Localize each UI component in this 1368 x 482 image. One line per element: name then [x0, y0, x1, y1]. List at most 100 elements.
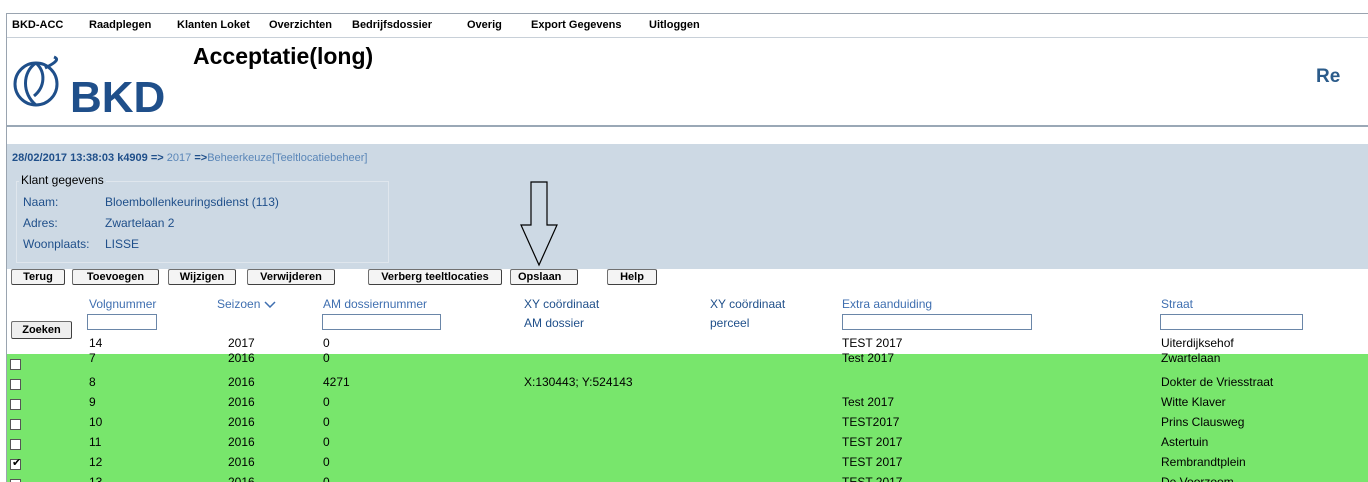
cell-extra-aanduiding: Test 2017: [842, 395, 895, 409]
cell-extra-aanduiding: TEST2017: [842, 415, 900, 429]
menu-overig[interactable]: Overig: [467, 19, 502, 31]
cell-am-dossiernummer: 0: [323, 351, 330, 365]
cell-extra-aanduiding: TEST 2017: [842, 435, 903, 449]
table-row[interactable]: 8 2016 4271 X:130443; Y:524143 Dokter de Vri…: [7, 374, 1368, 394]
delete-button[interactable]: Verwijderen: [247, 269, 335, 285]
cell-extra-aanduiding: Test 2017: [842, 351, 895, 365]
col-xy-perceel-line2: perceel: [710, 316, 750, 330]
breadcrumb: 28/02/2017 13:38:03 k4909 => 2017 =>Behe…: [12, 152, 367, 164]
cell-am-dossiernummer: 0: [323, 336, 330, 350]
cell-extra-aanduiding: TEST 2017: [842, 336, 903, 350]
row-checkbox[interactable]: [10, 359, 21, 370]
cell-am-dossiernummer: 0: [323, 395, 330, 409]
cell-am-dossiernummer: 4271: [323, 375, 350, 389]
menu-bedrijfsdossier[interactable]: Bedrijfsdossier: [352, 19, 432, 31]
cell-straat: Dokter de Vriesstraat: [1161, 375, 1274, 389]
cell-seizoen: 2016: [228, 395, 255, 409]
menu-bkd-acc[interactable]: BKD-ACC: [12, 19, 63, 31]
client-name: Bloembollenkeuringsdienst (113): [105, 195, 279, 209]
cell-am-dossiernummer: 0: [323, 415, 330, 429]
edit-button[interactable]: Wijzigen: [168, 269, 236, 285]
menu-raadplegen[interactable]: Raadplegen: [89, 19, 151, 31]
app-window: BKD-ACC Raadplegen Klanten Loket Overzic…: [6, 13, 1368, 482]
cell-seizoen: 2016: [228, 351, 255, 365]
button-bar: Terug Toevoegen Wijzigen Verwijderen Ver…: [7, 269, 1368, 289]
client-address-label: Adres:: [23, 216, 58, 230]
cell-volgnummer: 9: [89, 395, 96, 409]
back-button[interactable]: Terug: [11, 269, 65, 285]
hide-locations-button[interactable]: Verberg teeltlocaties: [368, 269, 502, 285]
cell-seizoen: 2016: [228, 435, 255, 449]
table-row[interactable]: 11 2016 0 TEST 2017 Astertuin: [7, 434, 1368, 454]
table-row[interactable]: 7 2016 0 Test 2017 Zwartelaan: [7, 351, 1368, 374]
table-row[interactable]: 9 2016 0 Test 2017 Witte Klaver: [7, 394, 1368, 414]
cell-volgnummer: 8: [89, 375, 96, 389]
filter-straat-input[interactable]: [1160, 314, 1303, 330]
row-checkbox[interactable]: [10, 399, 21, 410]
table-row[interactable]: ✔ 12 2016 0 TEST 2017 Rembrandtplein: [7, 454, 1368, 474]
cell-extra-aanduiding: TEST 2017: [842, 455, 903, 469]
row-checkbox[interactable]: ✔: [10, 457, 22, 470]
cell-am-dossiernummer: 0: [323, 455, 330, 469]
cell-xy-am-dossier: X:130443; Y:524143: [524, 375, 633, 389]
breadcrumb-datetime-user: 28/02/2017 13:38:03 k4909: [12, 152, 148, 164]
filter-extra-aanduiding-input[interactable]: [842, 314, 1032, 330]
client-city-label: Woonplaats:: [23, 237, 90, 251]
cell-straat: Uiterdijksehof: [1161, 336, 1234, 350]
checkmark-icon: ✔: [12, 457, 22, 469]
cell-volgnummer: 12: [89, 455, 103, 469]
menu-uitloggen[interactable]: Uitloggen: [649, 19, 700, 31]
cell-seizoen: 2017: [228, 336, 255, 350]
cell-straat: Astertuin: [1161, 435, 1209, 449]
annotation-arrow-icon: [520, 181, 558, 267]
client-name-label: Naam:: [23, 195, 59, 209]
breadcrumb-separator: =>: [194, 152, 208, 164]
add-button[interactable]: Toevoegen: [72, 269, 159, 285]
sort-descending-icon: [264, 301, 276, 309]
client-address: Zwartelaan 2: [105, 216, 175, 230]
page-header: BKD Acceptatie(long) Re: [7, 38, 1368, 127]
cell-seizoen: 2016: [228, 415, 255, 429]
client-legend: Klant gegevens: [19, 173, 106, 187]
cell-volgnummer: 14: [89, 336, 103, 350]
cell-straat: Rembrandtplein: [1161, 455, 1246, 469]
breadcrumb-page[interactable]: Beheerkeuze[Teeltlocatiebeheer]: [207, 152, 367, 164]
filter-am-dossiernummer-input[interactable]: [322, 314, 441, 330]
help-button[interactable]: Help: [607, 269, 657, 285]
header-right-text: Re: [1316, 66, 1341, 87]
col-xy-perceel-line1: XY coördinaat: [710, 297, 786, 311]
cell-volgnummer: 7: [89, 351, 96, 365]
info-panel: 28/02/2017 13:38:03 k4909 => 2017 =>Behe…: [7, 144, 1368, 269]
menu-overzichten[interactable]: Overzichten: [269, 19, 332, 31]
save-button[interactable]: Opslaan: [510, 269, 578, 285]
col-xy-am-dossier-line1: XY coördinaat: [524, 297, 600, 311]
svg-text:BKD: BKD: [70, 73, 165, 120]
col-straat[interactable]: Straat: [1161, 297, 1193, 311]
col-am-dossiernummer[interactable]: AM dossiernummer: [323, 297, 427, 311]
table-row[interactable]: 10 2016 0 TEST2017 Prins Clausweg: [7, 414, 1368, 434]
menu-export-gegevens[interactable]: Export Gegevens: [531, 19, 621, 31]
cell-straat: Zwartelaan: [1161, 351, 1221, 365]
col-extra-aanduiding[interactable]: Extra aanduiding: [842, 297, 932, 311]
page-title: Acceptatie(long): [193, 43, 374, 69]
menubar: BKD-ACC Raadplegen Klanten Loket Overzic…: [7, 14, 1368, 38]
cell-straat: Prins Clausweg: [1161, 415, 1245, 429]
row-checkbox[interactable]: [10, 379, 21, 390]
row-checkbox[interactable]: [10, 419, 21, 430]
breadcrumb-year[interactable]: 2017: [167, 152, 191, 164]
cell-volgnummer: 10: [89, 415, 103, 429]
filter-volgnummer-input[interactable]: [87, 314, 157, 330]
client-city: LISSE: [105, 237, 140, 251]
cell-volgnummer: 11: [89, 435, 102, 449]
col-volgnummer[interactable]: Volgnummer: [89, 297, 156, 311]
menu-klanten-loket[interactable]: Klanten Loket: [177, 19, 250, 31]
cell-seizoen: 2016: [228, 455, 255, 469]
cell-straat: Witte Klaver: [1161, 395, 1226, 409]
cell-am-dossiernummer: 0: [323, 435, 330, 449]
col-seizoen-label: Seizoen: [217, 297, 261, 311]
bkd-logo: BKD: [13, 55, 165, 120]
cell-seizoen: 2016: [228, 375, 255, 389]
col-seizoen[interactable]: Seizoen: [217, 297, 276, 311]
row-checkbox[interactable]: [10, 439, 21, 450]
breadcrumb-separator: =>: [150, 152, 164, 164]
